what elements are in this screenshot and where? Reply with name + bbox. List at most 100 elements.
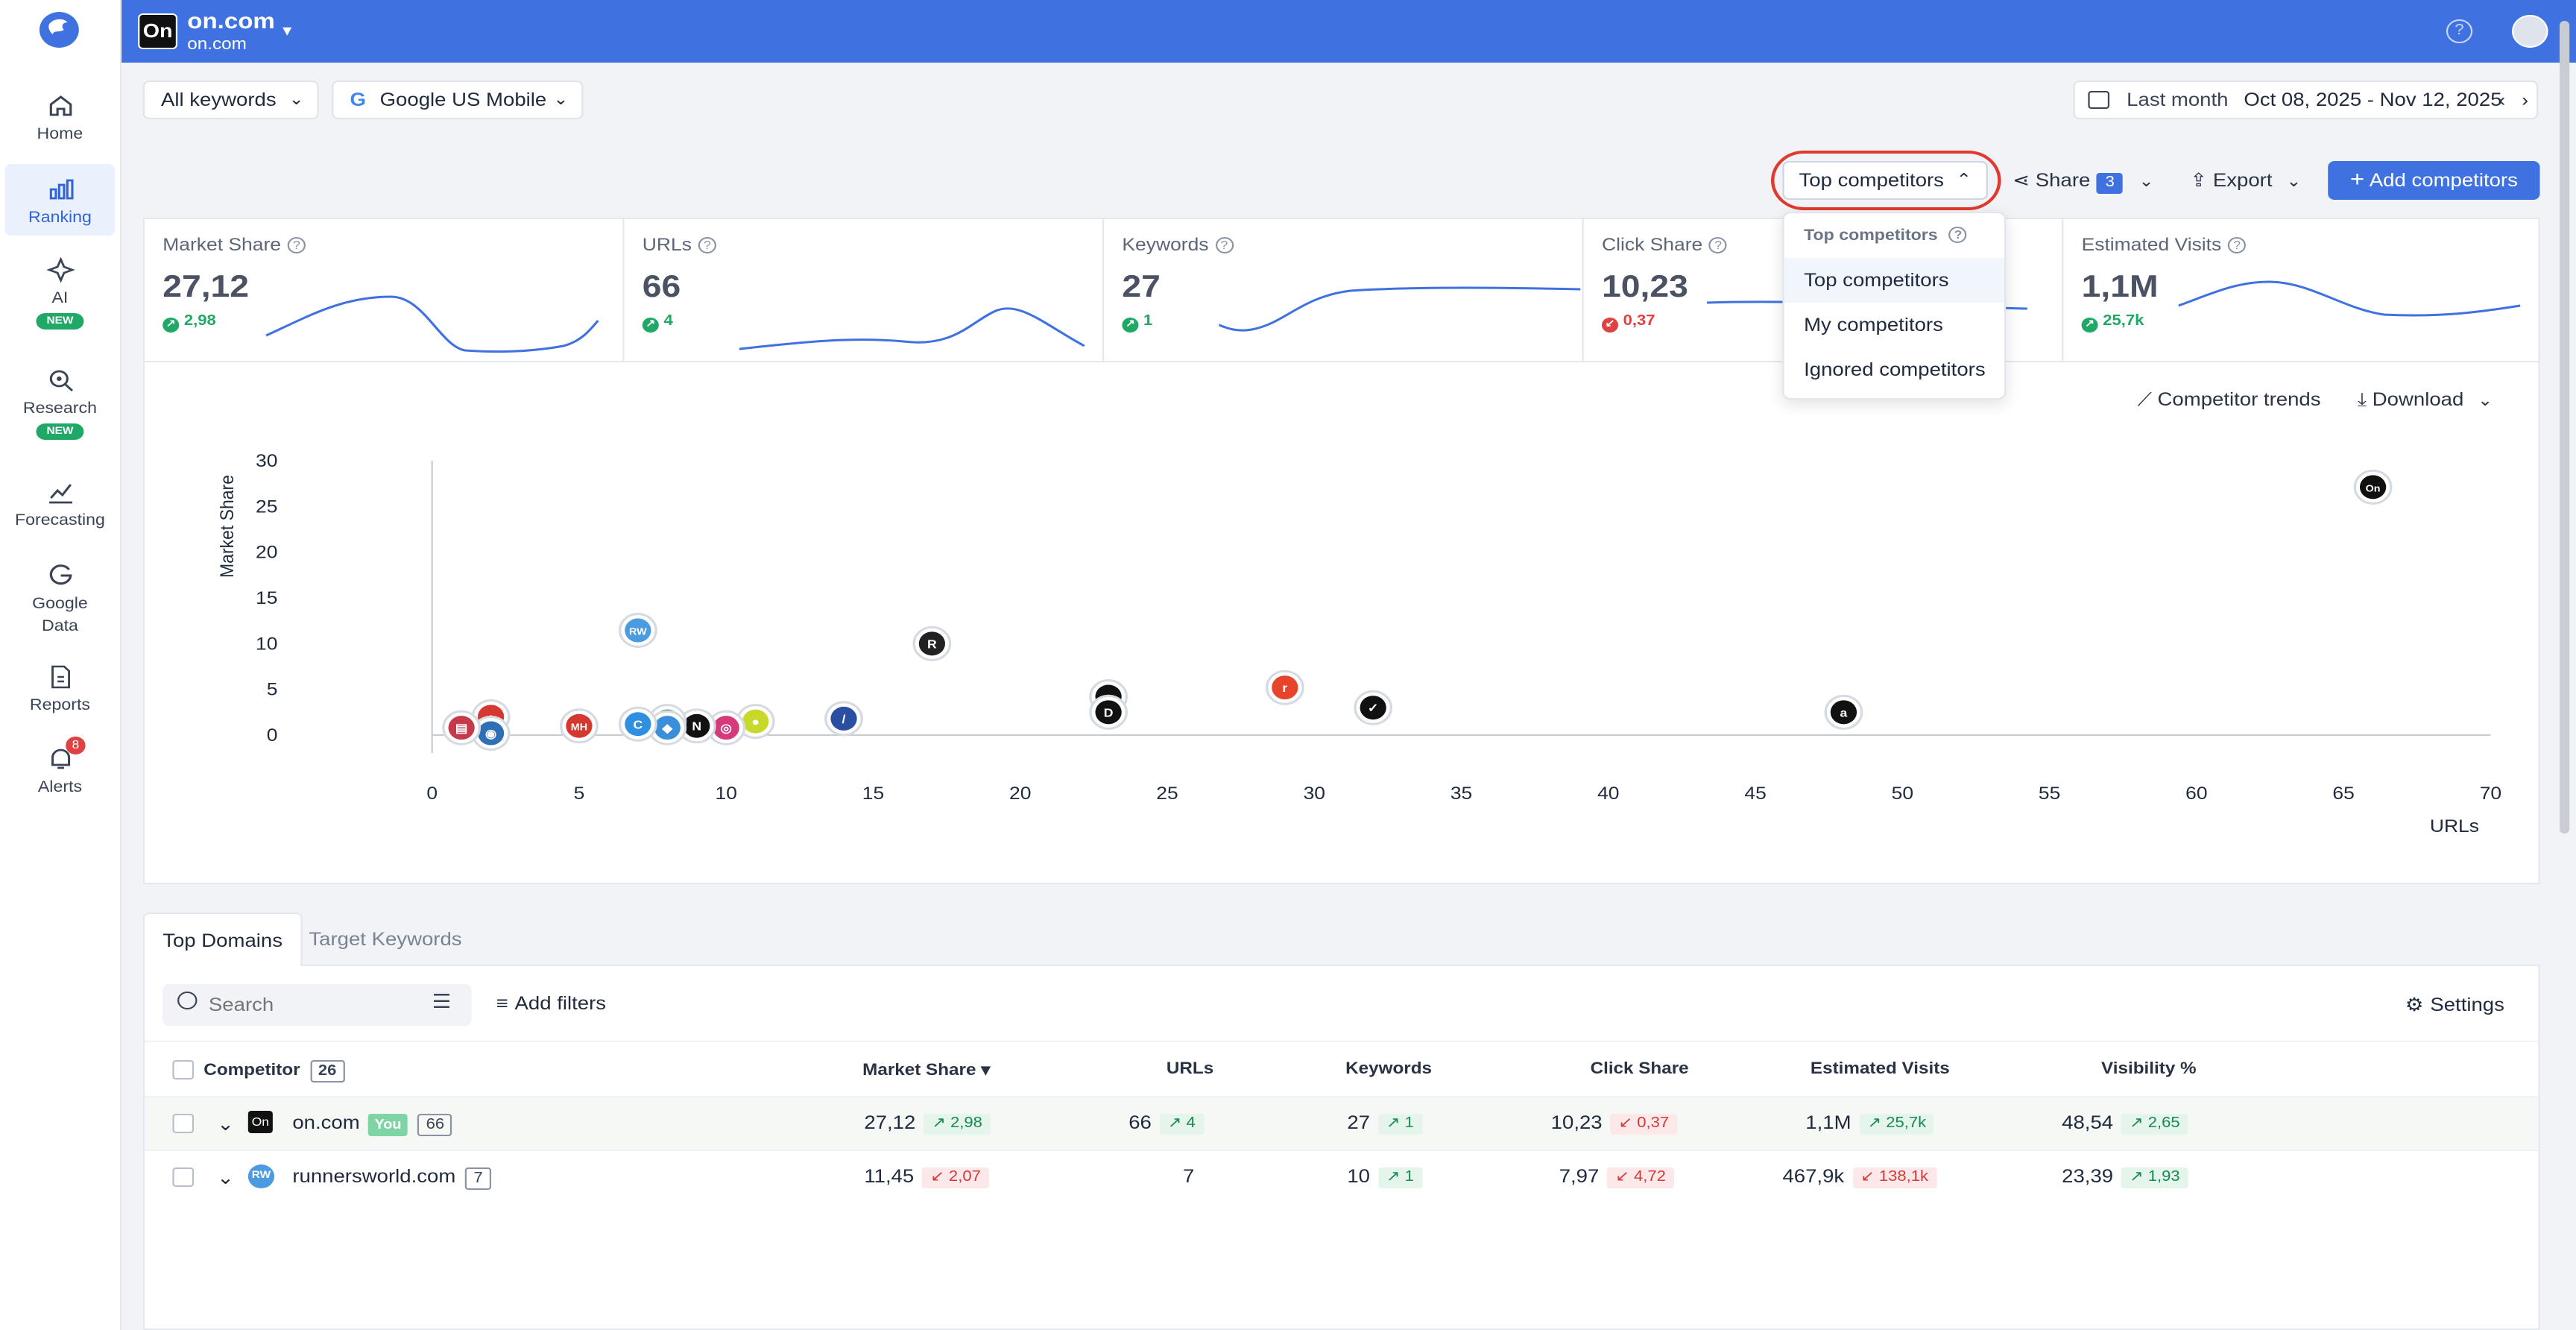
scatter-point[interactable]: ▤ <box>442 710 482 746</box>
sidebar-item-alerts[interactable]: 8 Alerts <box>5 737 116 805</box>
col-click-share[interactable]: Click Share <box>1591 1060 1689 1078</box>
domain-cell[interactable]: runnersworld.com 7 <box>292 1166 491 1190</box>
delta-value: 1 <box>1404 1169 1414 1185</box>
sidebar-item-google-data[interactable]: Google Data <box>5 561 116 638</box>
col-estimated-visits[interactable]: Estimated Visits <box>1811 1060 1950 1078</box>
add-filters-button[interactable]: ≡ Add filters <box>496 993 606 1014</box>
search-engine-label: Google US Mobile <box>379 89 547 110</box>
prev-period-icon[interactable]: ‹ <box>2498 82 2505 118</box>
delta-chip: ↙ 0,37 <box>1610 1114 1678 1135</box>
delta-value: 1 <box>1404 1115 1414 1132</box>
kpi-market-share[interactable]: Market Share? 27,12 ↗ 2,98 <box>145 219 625 364</box>
col-keywords[interactable]: Keywords <box>1345 1060 1432 1078</box>
col-competitor[interactable]: Competitor 26 <box>203 1060 345 1082</box>
share-button[interactable]: ⋖ Share 3 ⌄ <box>2012 161 2154 200</box>
delta-chip: ↙ 138,1k <box>1852 1167 1937 1188</box>
help-icon[interactable]: ? <box>698 237 717 253</box>
help-icon[interactable]: ? <box>287 237 306 253</box>
app-logo-icon[interactable] <box>39 12 79 48</box>
kpi-sparkline <box>2178 280 2521 317</box>
scatter-point[interactable]: R <box>912 625 952 661</box>
sidebar-label: Ranking <box>28 209 92 227</box>
sidebar-label: Reports <box>29 696 90 714</box>
col-visibility[interactable]: Visibility % <box>2101 1060 2197 1078</box>
y-tick-label: 25 <box>256 497 277 517</box>
divider <box>144 1041 2539 1042</box>
home-icon <box>48 95 72 116</box>
filter-sliders-icon[interactable]: ☰ <box>432 990 452 1014</box>
dropdown-option-ignored[interactable]: Ignored competitors <box>1784 347 2004 392</box>
chevron-down-icon[interactable]: ▾ <box>282 21 291 40</box>
col-market-share[interactable]: Market Share ▾ <box>862 1060 990 1080</box>
scatter-point[interactable]: On <box>2353 469 2393 505</box>
kpi-value: 66 <box>642 270 681 304</box>
arrow-up-icon: ↗ <box>162 318 180 332</box>
kpi-estimated-visits[interactable]: Estimated Visits? 1,1M ↗ 25,7k <box>2063 219 2543 364</box>
point-logo-text: ✓ <box>1368 702 1379 715</box>
row-checkbox[interactable] <box>172 1167 195 1187</box>
kpi-label: Click Share? <box>1602 234 1728 255</box>
sort-desc-icon: ▾ <box>981 1062 991 1080</box>
add-competitors-button[interactable]: + Add competitors <box>2328 161 2540 200</box>
y-tick-label: 5 <box>267 680 278 700</box>
site-logo-icon[interactable]: On <box>138 13 178 49</box>
scatter-point[interactable]: a <box>1824 694 1863 730</box>
export-icon: ⇪ <box>2190 170 2208 191</box>
scatter-point[interactable]: / <box>824 701 863 737</box>
sidebar-item-ai[interactable]: AI NEW <box>5 256 116 340</box>
point-logo-text: MH <box>571 722 587 732</box>
urls-cell: 7 <box>1183 1166 1194 1187</box>
expand-chevron-icon[interactable]: ⌄ <box>217 1112 234 1135</box>
sidebar-item-reports[interactable]: Reports <box>5 664 116 723</box>
dropdown-option-top[interactable]: Top competitors <box>1784 258 2005 303</box>
help-icon[interactable]: ? <box>1709 237 1728 253</box>
expand-chevron-icon[interactable]: ⌄ <box>217 1166 234 1188</box>
cell-value: 10 <box>1347 1166 1371 1187</box>
search-engine-select[interactable]: G Google US Mobile ⌄ <box>332 81 584 119</box>
keywords-cell: 10 ↗ 1 <box>1347 1166 1422 1188</box>
dropdown-option-my[interactable]: My competitors <box>1784 303 2004 347</box>
next-period-icon[interactable]: › <box>2522 82 2528 118</box>
site-name[interactable]: on.com <box>187 9 275 34</box>
plus-icon: + <box>2349 167 2365 192</box>
kpi-keywords[interactable]: Keywords? 27 ↗ 1 <box>1104 219 1584 364</box>
sidebar-item-ranking[interactable]: Ranking <box>4 164 116 236</box>
scatter-point[interactable]: ✓ <box>1354 690 1393 725</box>
help-icon[interactable]: ? <box>2228 237 2247 253</box>
scatter-point[interactable]: D <box>1089 694 1128 730</box>
chevron-down-icon: ⌄ <box>2286 173 2302 191</box>
point-logo-text: R <box>927 637 937 651</box>
keywords-filter-select[interactable]: All keywords ⌄ <box>142 81 319 119</box>
export-button[interactable]: ⇪ Export ⌄ <box>2190 161 2301 200</box>
help-icon[interactable]: ? <box>1948 227 1968 243</box>
settings-button[interactable]: ⚙ Settings <box>2405 993 2504 1015</box>
highlight-ring <box>1771 151 2001 210</box>
sidebar-item-home[interactable]: Home <box>5 92 116 155</box>
domain-name: runnersworld.com <box>292 1166 456 1187</box>
domain-cell[interactable]: on.com You 66 <box>292 1112 453 1136</box>
scrollbar[interactable] <box>2559 21 2570 833</box>
scatter-point[interactable]: MH <box>560 708 599 744</box>
kpi-urls[interactable]: URLs? 66 ↗ 4 <box>625 219 1105 364</box>
delta-value: 138,1k <box>1878 1169 1929 1185</box>
tab-top-domains[interactable]: Top Domains <box>142 913 303 966</box>
x-tick-label: 55 <box>2039 784 2060 804</box>
avatar[interactable] <box>2512 15 2548 48</box>
select-all-checkbox[interactable] <box>172 1060 195 1080</box>
delta-chip: ↗ 25,7k <box>1859 1114 1935 1135</box>
date-range-picker[interactable]: Last month Oct 08, 2025 - Nov 12, 2025 ‹… <box>2073 81 2539 119</box>
table-row[interactable]: ⌄ RW runnersworld.com 7 11,45 ↙ 2,07 7 10 ↗… <box>144 1150 2539 1203</box>
tab-target-keywords[interactable]: Target Keywords <box>291 913 480 966</box>
col-urls[interactable]: URLs <box>1167 1060 1213 1078</box>
table-row[interactable]: ⌄ On on.com You 66 27,12 ↗ 2,98 66 ↗ 4 27 ↗ 1… <box>144 1096 2539 1150</box>
report-icon <box>50 665 69 689</box>
help-icon[interactable]: ? <box>1215 237 1234 253</box>
row-checkbox[interactable] <box>172 1114 195 1133</box>
search-input[interactable] <box>162 984 472 1026</box>
sidebar-item-research[interactable]: Research NEW <box>5 367 116 450</box>
scatter-point[interactable]: RW <box>618 613 657 649</box>
scatter-point[interactable]: r <box>1265 669 1304 705</box>
sidebar-item-forecasting[interactable]: Forecasting <box>5 479 116 538</box>
scatter-point[interactable]: C <box>618 706 657 742</box>
help-icon[interactable]: ? <box>2446 19 2473 43</box>
